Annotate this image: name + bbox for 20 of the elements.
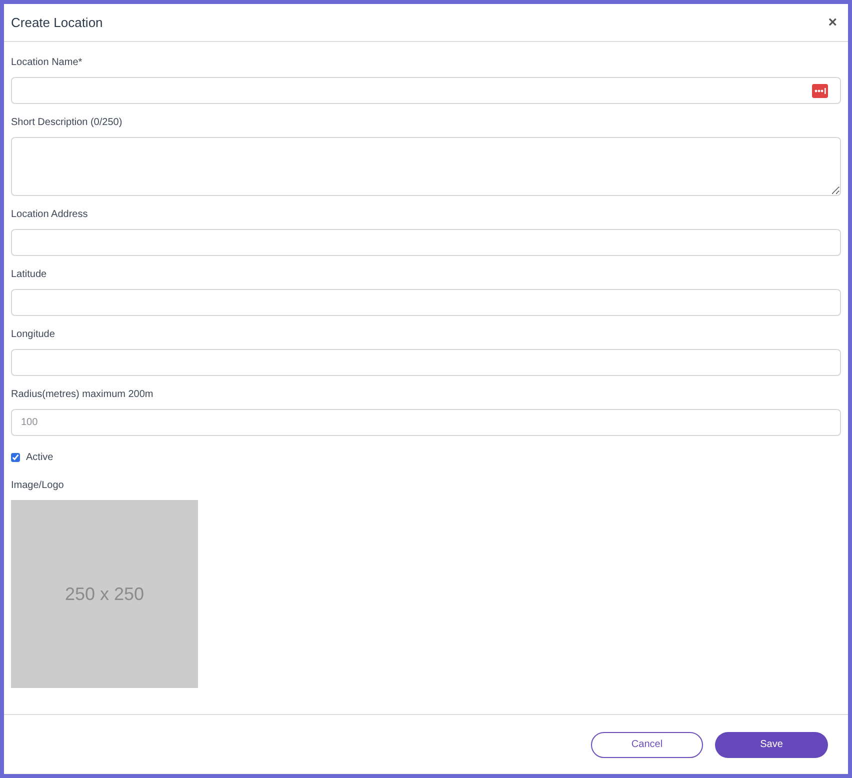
input-field[interactable] [11,229,841,256]
save-button[interactable]: Save [715,732,828,758]
field-label: Radius(metres) maximum 200m [11,388,154,402]
field-label: Image/Logo [11,479,65,493]
field-label: Location Name* [11,56,84,70]
input-field[interactable] [11,349,841,376]
field-label: Longitude [11,328,56,342]
field-label: Latitude [11,268,48,282]
field-label: Location Address [11,208,89,222]
description-field[interactable] [11,137,841,196]
input-field[interactable] [11,289,841,316]
checkbox-label: Active [26,451,54,465]
password-manager-icon[interactable] [812,84,828,98]
input-field[interactable]: 100 [11,409,841,436]
active-checkbox[interactable] [11,453,20,462]
dialog-title: Create Location [11,14,103,32]
cancel-button[interactable]: Cancel [591,732,703,758]
field-label: Short Description (0/250) [11,116,124,130]
close-button[interactable]: × [824,15,841,30]
input-field[interactable] [11,77,841,104]
